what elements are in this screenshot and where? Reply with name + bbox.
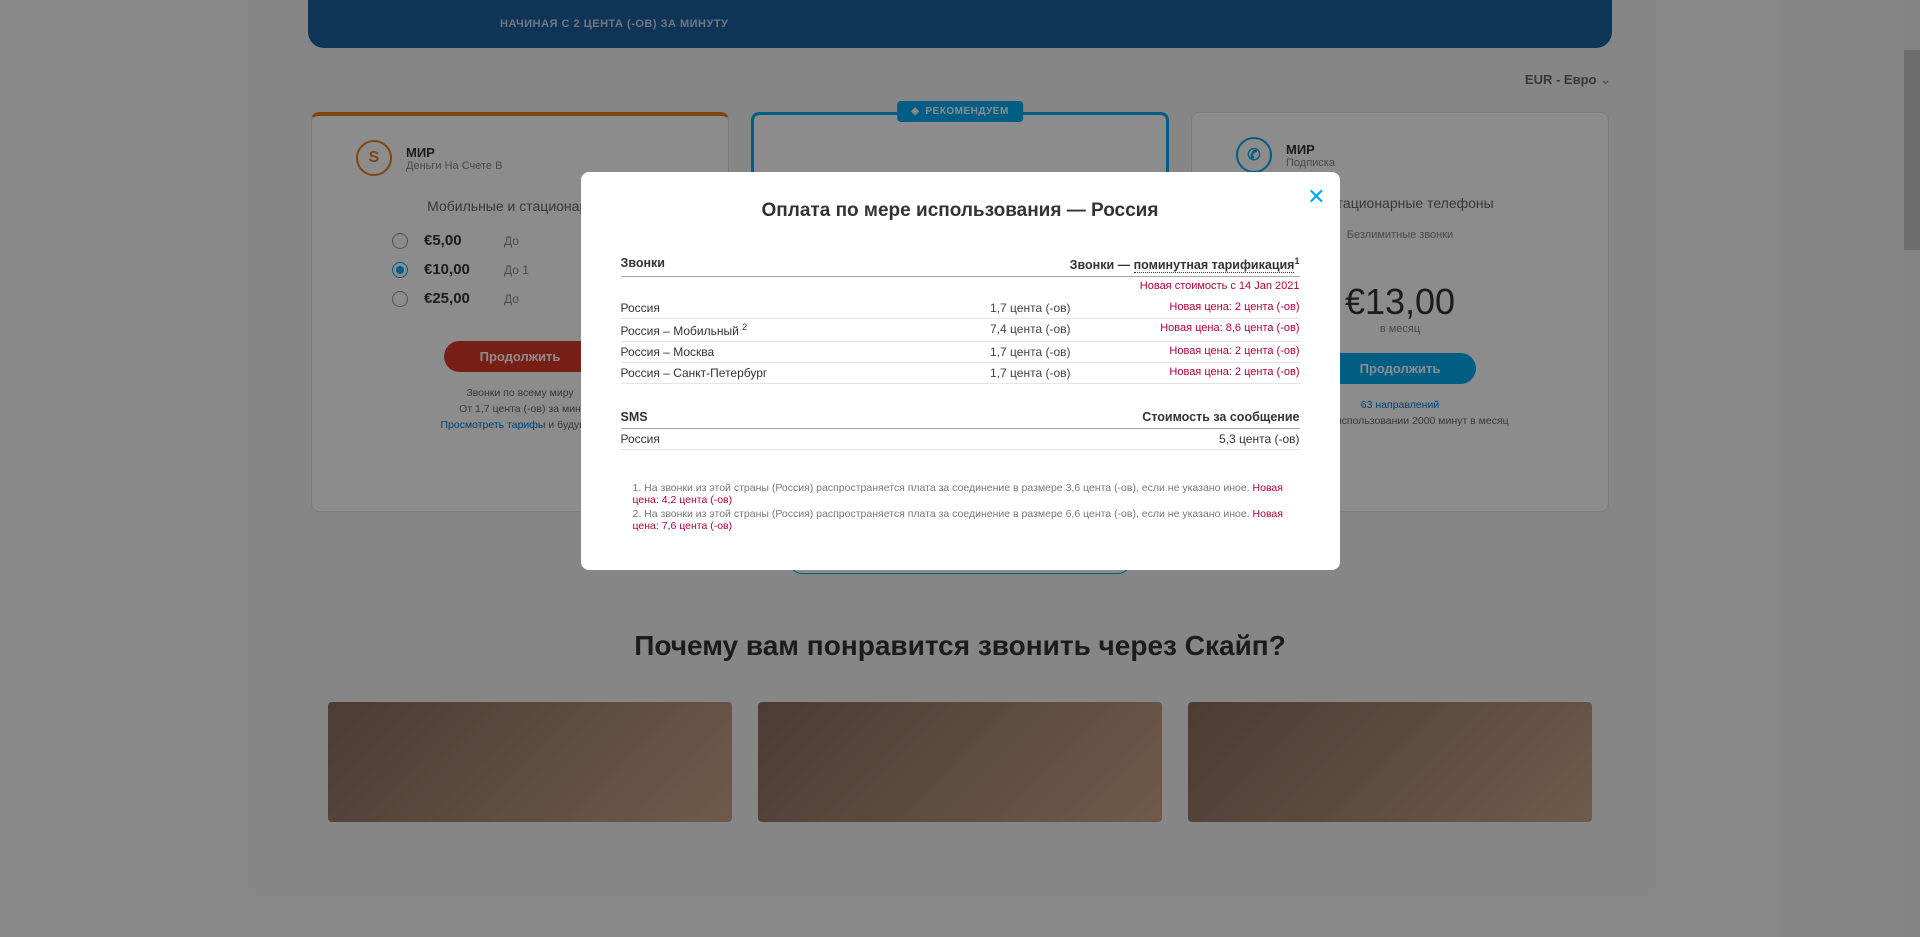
rates-modal: ✕ Оплата по мере использования — Россия … <box>581 172 1340 570</box>
rate-row: Россия1,7 цента (-ов)Новая цена: 2 цента… <box>621 298 1300 319</box>
new-price-date: Новая стоимость с 14 Jan 2021 <box>621 280 1300 292</box>
footnote: 1. На звонки из этой страны (Россия) рас… <box>633 482 1300 506</box>
rate-row: Россия – Москва1,7 цента (-ов)Новая цена… <box>621 342 1300 363</box>
close-icon[interactable]: ✕ <box>1307 186 1325 208</box>
rate-row: Россия – Мобильный 27,4 цента (-ов)Новая… <box>621 319 1300 342</box>
rate-row: Россия – Санкт-Петербург1,7 цента (-ов)Н… <box>621 363 1300 384</box>
modal-overlay[interactable]: ✕ Оплата по мере использования — Россия … <box>0 0 1920 937</box>
calls-table-header: Звонки Звонки — поминутная тарификация1 <box>621 256 1300 277</box>
sms-table-header: SMS Стоимость за сообщение <box>621 410 1300 429</box>
rate-row: Россия5,3 цента (-ов) <box>621 429 1300 450</box>
modal-title: Оплата по мере использования — Россия <box>621 200 1300 222</box>
footnote: 2. На звонки из этой страны (Россия) рас… <box>633 508 1300 532</box>
